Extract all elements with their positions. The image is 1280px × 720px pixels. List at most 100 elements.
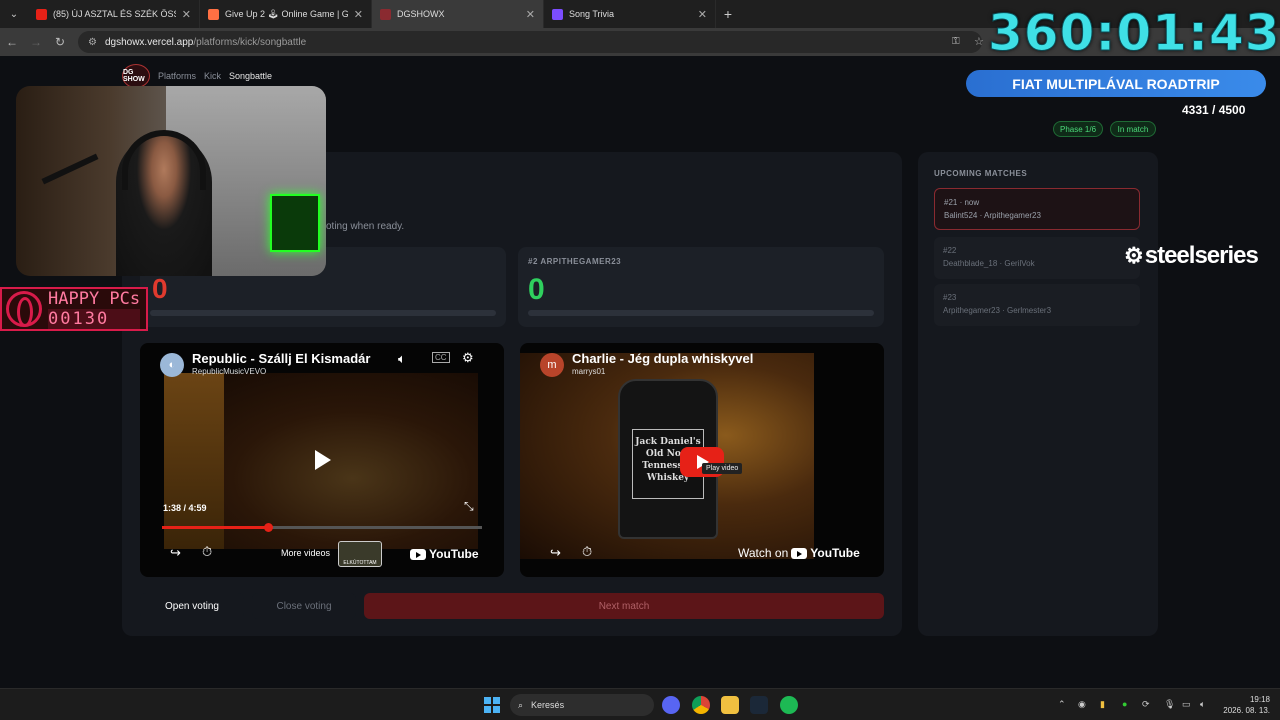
nav-kick[interactable]: Kick [204, 71, 221, 81]
match-players: Arpithegamer23 · Gerlmester3 [943, 306, 1052, 315]
watch-on-youtube-link[interactable]: Watch on YouTube [738, 546, 860, 560]
video-channel[interactable]: RepublicMusicVEVO [192, 367, 266, 376]
tab-dgshowx[interactable]: DGSHOWX ✕ [372, 0, 544, 28]
tab-search-icon[interactable]: ⌄ [0, 9, 28, 20]
bookmark-star-icon[interactable]: ☆ [974, 35, 984, 48]
watch-later-icon[interactable]: ⏱ [582, 544, 592, 560]
tab-give-up[interactable]: Give Up 2 🕹 Online Game | Ga ✕ [200, 0, 372, 28]
spotify-icon[interactable] [780, 696, 798, 714]
close-tab-icon[interactable]: ✕ [354, 8, 363, 21]
site-info-icon[interactable]: ⚙ [88, 37, 97, 48]
address-bar[interactable]: ⚙ dgshowx.vercel.app/platforms/kick/song… [78, 31, 982, 53]
video-player-1[interactable]: ◐ Republic - Szállj El Kismadár Republic… [140, 343, 504, 577]
settings-gear-icon[interactable]: ⚙ [462, 350, 474, 366]
discord-icon[interactable] [662, 696, 680, 714]
happy-pcs-counter: 00130 [48, 309, 141, 329]
forward-icon[interactable]: → [24, 35, 48, 49]
video-channel[interactable]: marrys01 [572, 367, 605, 376]
player1-score-partial: 0 [152, 273, 168, 304]
channel-avatar-icon[interactable]: ◐ [160, 353, 184, 377]
player2-score: 0 [528, 273, 545, 306]
upcoming-match[interactable]: #22 Deathblade_18 · GerilVok [934, 237, 1140, 279]
tray-folder-icon[interactable]: ▮ [1100, 699, 1105, 710]
reload-icon[interactable]: ↻ [48, 35, 72, 49]
progress-knob[interactable] [264, 523, 273, 532]
happy-pcs-overlay: HAPPY PCs 00130 [0, 287, 148, 331]
share-icon[interactable]: ↪ [170, 545, 181, 561]
sponsor-name: steelseries [1144, 242, 1259, 269]
password-key-icon[interactable]: ⚿ [952, 36, 960, 47]
close-voting-button[interactable]: Close voting [252, 593, 356, 619]
nav-platforms[interactable]: Platforms [158, 71, 196, 81]
volume-icon[interactable]: 🔈︎ [398, 351, 406, 367]
play-icon[interactable] [315, 450, 331, 470]
youtube-wordmark: YouTube [810, 546, 860, 560]
game-favicon-icon [208, 8, 219, 20]
youtube-logo[interactable]: YouTube [410, 547, 479, 561]
close-tab-icon[interactable]: ✕ [698, 8, 707, 21]
watch-later-icon[interactable]: ⏱ [202, 544, 212, 560]
site-breadcrumb: DG SHOW Platforms Kick Songbattle [122, 64, 272, 88]
open-voting-button[interactable]: Open voting [140, 593, 244, 619]
share-icon[interactable]: ↪ [550, 545, 561, 561]
tray-status-icon[interactable]: ● [1122, 699, 1127, 709]
close-tab-icon[interactable]: ✕ [182, 8, 191, 21]
microphone-icon[interactable]: 🎙︎ [1164, 699, 1175, 710]
video-title[interactable]: Republic - Szállj El Kismadár [192, 351, 370, 366]
subathon-timer: 360:01:43 [988, 4, 1280, 63]
more-videos-thumbnail[interactable]: ELKÚTOTTAM [338, 541, 382, 567]
captions-icon[interactable]: CC [432, 352, 450, 363]
channel-avatar-icon[interactable]: m [540, 353, 564, 377]
play-video-tooltip: Play video [702, 463, 743, 474]
video-title[interactable]: Charlie - Jég dupla whiskyvel [572, 351, 753, 366]
steam-icon[interactable] [750, 696, 768, 714]
clock-time: 19:18 [1249, 695, 1270, 704]
upcoming-match[interactable]: #23 Arpithegamer23 · Gerlmester3 [934, 284, 1140, 326]
taskbar-clock[interactable]: 19:18 2026. 08. 13. [1220, 694, 1270, 716]
microphone-arm [41, 153, 99, 185]
new-tab-button[interactable]: + [716, 6, 740, 22]
tab-youtube[interactable]: (85) ÚJ ASZTAL ÉS SZÉK ÖSSZE ✕ [28, 0, 200, 28]
youtube-mark-icon [410, 548, 426, 560]
match-number: #21 · now [944, 198, 980, 207]
tab-title: Give Up 2 🕹 Online Game | Ga [225, 8, 348, 19]
goal-banner: FIAT MULTIPLÁVAL ROADTRIP [966, 70, 1266, 97]
video-progress[interactable] [162, 523, 482, 532]
search-icon: ⌕ [518, 699, 524, 710]
dgshow-logo[interactable]: DG SHOW [122, 64, 150, 88]
close-tab-icon[interactable]: ✕ [526, 8, 535, 21]
tray-sync-icon[interactable]: ⟳ [1142, 699, 1150, 710]
watch-on-label: Watch on [738, 546, 789, 560]
goal-progress: 4331 / 4500 [1182, 103, 1246, 117]
windows-start-icon[interactable] [484, 697, 500, 713]
happy-pcs-brand: HAPPY PCs [48, 289, 141, 309]
url-path: /platforms/kick/songbattle [193, 36, 307, 48]
clock-date: 2026. 08. 13. [1223, 706, 1270, 715]
network-icon[interactable]: ▭ [1182, 699, 1191, 710]
tab-title: (85) ÚJ ASZTAL ÉS SZÉK ÖSSZE [53, 9, 176, 19]
more-videos-label[interactable]: More videos [281, 548, 330, 558]
match-players: Deathblade_18 · GerilVok [943, 259, 1035, 268]
youtube-mark-icon [791, 547, 808, 559]
url-host: dgshowx.vercel.app [104, 36, 194, 48]
tray-chevron-icon[interactable]: ⌃ [1058, 699, 1066, 710]
player2-card: #2 ARPITHEGAMER23 0 [518, 247, 884, 327]
video-player-2[interactable]: Jack Daniel's Old No.7 Tennessee Whiskey… [520, 343, 884, 577]
trivia-favicon-icon [552, 8, 563, 20]
fullscreen-icon[interactable]: ⤡ [464, 499, 474, 514]
upcoming-match[interactable]: #21 · now Balint524 · Arpithegamer23 [934, 188, 1140, 230]
chrome-icon[interactable] [692, 696, 710, 714]
nav-songbattle[interactable]: Songbattle [229, 71, 272, 81]
tab-song-trivia[interactable]: Song Trivia ✕ [544, 0, 716, 28]
volume-tray-icon[interactable]: 🔈︎ [1200, 699, 1205, 710]
search-label: Keresés [531, 700, 565, 710]
windows-taskbar: ⌕ Keresés ⌃ ◉ ▮ ● ⟳ 🎙︎ ▭ 🔈︎ 19:18 2026. … [0, 688, 1280, 720]
status-badge: In match [1110, 121, 1156, 137]
tab-title: DGSHOWX [397, 9, 445, 19]
happy-pcs-logo-icon [6, 291, 42, 327]
tray-steam-icon[interactable]: ◉ [1078, 699, 1086, 710]
file-explorer-icon[interactable] [721, 696, 739, 714]
back-icon[interactable]: ← [0, 35, 24, 49]
taskbar-search[interactable]: ⌕ Keresés [510, 694, 654, 716]
next-match-button[interactable]: Next match [364, 593, 884, 619]
